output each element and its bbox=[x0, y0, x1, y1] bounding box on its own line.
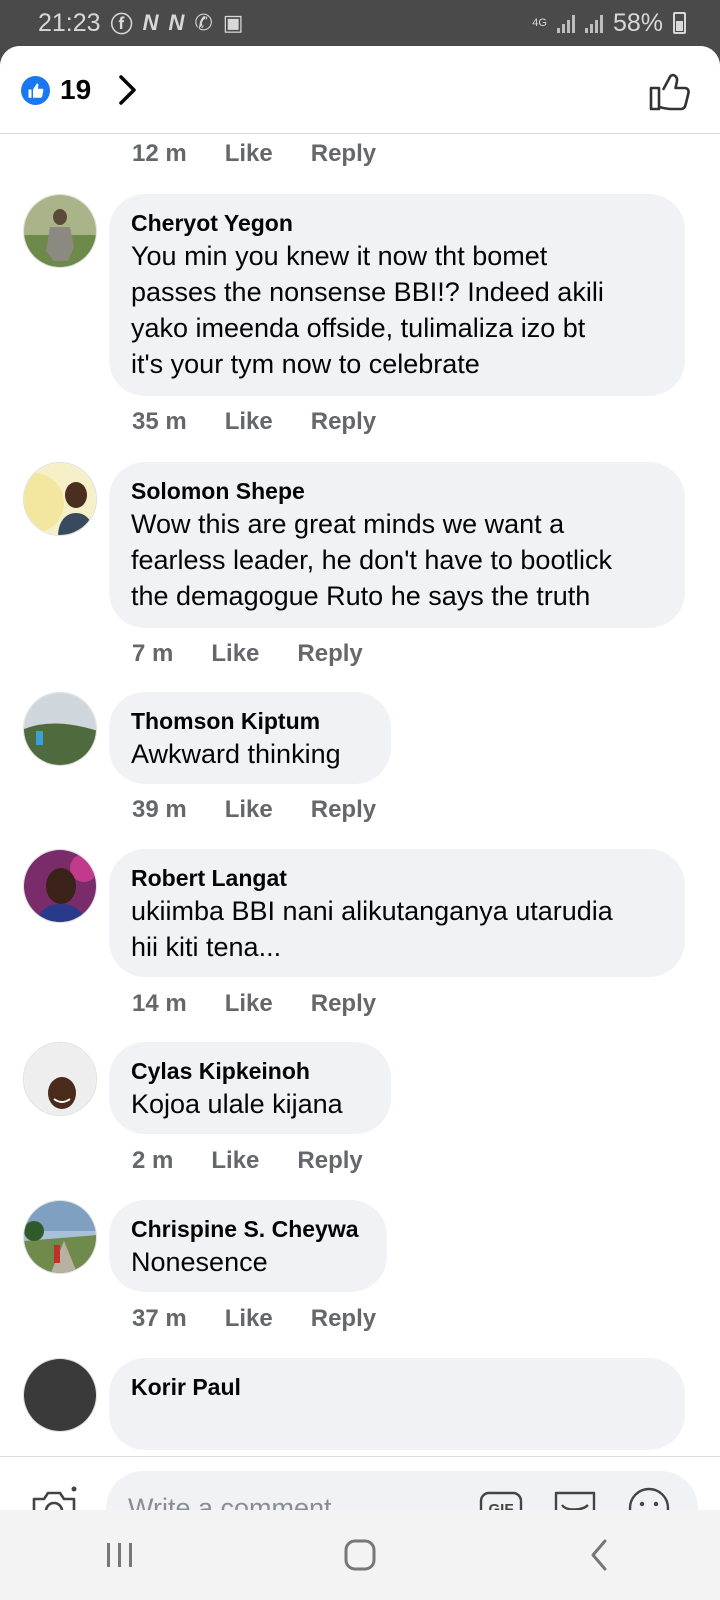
like-link[interactable]: Like bbox=[211, 1147, 259, 1175]
comment-text-line: yako imeenda offside, tulimaliza izo bt bbox=[131, 313, 586, 343]
status-bar: 21:23 ⓕ N N ✆ ▣ 4G 58% bbox=[0, 0, 720, 46]
gallery-icon: ▣ bbox=[222, 10, 244, 35]
comment-text-line: Kojoa ulale kijana bbox=[131, 1089, 343, 1119]
comment-text-line: You min you knew it now tht bomet bbox=[131, 241, 548, 271]
comment-meta-top: 12 m Like Reply bbox=[132, 140, 376, 168]
comment-bubble[interactable]: Solomon Shepe Wow this are great minds w… bbox=[109, 462, 685, 628]
reply-link[interactable]: Reply bbox=[311, 408, 376, 436]
home-icon[interactable] bbox=[340, 1535, 380, 1575]
avatar[interactable] bbox=[23, 194, 97, 268]
like-link[interactable]: Like bbox=[211, 640, 259, 668]
comment-meta: 35 m Like Reply bbox=[132, 408, 376, 436]
status-time: 21:23 bbox=[38, 8, 101, 37]
avatar[interactable] bbox=[23, 692, 97, 766]
comment-bubble[interactable]: Robert Langat ukiimba BBI nani alikutang… bbox=[109, 849, 685, 977]
like-link[interactable]: Like bbox=[225, 408, 273, 436]
comment-text-line: Awkward thinking bbox=[131, 739, 341, 769]
comment-bubble[interactable]: Korir Paul bbox=[109, 1358, 685, 1450]
comment-composer: GIF bbox=[0, 1456, 720, 1510]
commenter-name[interactable]: Korir Paul bbox=[131, 1372, 665, 1402]
avatar[interactable] bbox=[23, 849, 97, 923]
reply-link[interactable]: Reply bbox=[311, 796, 376, 824]
reactions-header: 19 bbox=[0, 46, 720, 134]
n-notification-icon: N bbox=[142, 10, 159, 35]
comments-sheet: 19 12 m Like Reply Cheryot Yegon You min… bbox=[0, 46, 720, 1510]
recents-icon[interactable] bbox=[100, 1540, 140, 1570]
comment-bubble[interactable]: Cheryot Yegon You min you knew it now th… bbox=[109, 194, 685, 396]
reply-link[interactable]: Reply bbox=[311, 1305, 376, 1333]
commenter-name[interactable]: Thomson Kiptum bbox=[131, 706, 371, 736]
commenter-name[interactable]: Robert Langat bbox=[131, 863, 665, 893]
comment-meta: 7 m Like Reply bbox=[132, 640, 363, 668]
like-link[interactable]: Like bbox=[225, 796, 273, 824]
avatar[interactable] bbox=[23, 462, 97, 536]
comment-time[interactable]: 14 m bbox=[132, 990, 187, 1018]
comment-time[interactable]: 39 m bbox=[132, 796, 187, 824]
like-link[interactable]: Like bbox=[225, 1305, 273, 1333]
commenter-name[interactable]: Cheryot Yegon bbox=[131, 208, 665, 238]
comment-text-line: Wow this are great minds we want a bbox=[131, 509, 565, 539]
like-button-icon[interactable] bbox=[648, 70, 692, 112]
commenter-name[interactable]: Cylas Kipkeinoh bbox=[131, 1056, 371, 1086]
comment-text-line: hii kiti tena... bbox=[131, 932, 282, 962]
commenter-name[interactable]: Solomon Shepe bbox=[131, 476, 665, 506]
comment-text-line: Nonesence bbox=[131, 1247, 268, 1277]
comment-input-container: GIF bbox=[106, 1471, 698, 1510]
comment-time[interactable]: 12 m bbox=[132, 140, 187, 168]
comment-input[interactable] bbox=[128, 1492, 468, 1510]
comment-meta: 14 m Like Reply bbox=[132, 990, 376, 1018]
comment-text-line: fearless leader, he don't have to bootli… bbox=[131, 545, 612, 575]
facebook-notification-icon: ⓕ bbox=[110, 12, 133, 37]
comment-time[interactable]: 2 m bbox=[132, 1147, 173, 1175]
reply-link[interactable]: Reply bbox=[297, 640, 362, 668]
android-nav-bar bbox=[0, 1510, 720, 1600]
comment-time[interactable]: 37 m bbox=[132, 1305, 187, 1333]
gif-label: GIF bbox=[489, 1501, 514, 1510]
battery-icon bbox=[673, 12, 686, 34]
battery-percent: 58% bbox=[612, 8, 663, 37]
like-link[interactable]: Like bbox=[225, 140, 273, 168]
sticker-icon[interactable] bbox=[552, 1485, 598, 1510]
reply-link[interactable]: Reply bbox=[311, 140, 376, 168]
back-icon[interactable] bbox=[580, 1535, 620, 1575]
emoji-icon[interactable] bbox=[626, 1485, 672, 1510]
reply-link[interactable]: Reply bbox=[297, 1147, 362, 1175]
n-notification-icon-2: N bbox=[168, 10, 185, 35]
comment-bubble[interactable]: Chrispine S. Cheywa Nonesence bbox=[109, 1200, 387, 1292]
comment-time[interactable]: 7 m bbox=[132, 640, 173, 668]
comment-meta: 39 m Like Reply bbox=[132, 796, 376, 824]
comment-text-line: the demagogue Ruto he says the truth bbox=[131, 581, 591, 611]
like-reaction-icon[interactable] bbox=[21, 76, 50, 105]
comment-bubble[interactable]: Thomson Kiptum Awkward thinking bbox=[109, 692, 391, 784]
avatar[interactable] bbox=[23, 1358, 97, 1432]
commenter-name[interactable]: Chrispine S. Cheywa bbox=[131, 1214, 367, 1244]
comment-bubble[interactable]: Cylas Kipkeinoh Kojoa ulale kijana bbox=[109, 1042, 391, 1134]
comment-text-line: it's your tym now to celebrate bbox=[131, 349, 480, 379]
avatar[interactable] bbox=[23, 1200, 97, 1274]
like-count[interactable]: 19 bbox=[60, 74, 91, 106]
comment-time[interactable]: 35 m bbox=[132, 408, 187, 436]
signal-icon-2 bbox=[584, 13, 603, 33]
like-link[interactable]: Like bbox=[225, 990, 273, 1018]
network-type: 4G bbox=[532, 16, 547, 29]
chevron-right-icon[interactable] bbox=[112, 72, 142, 108]
whatsapp-icon: ✆ bbox=[194, 10, 213, 35]
signal-icon bbox=[556, 13, 575, 33]
comment-text-line: ukiimba BBI nani alikutanganya utarudia bbox=[131, 896, 613, 926]
comment-text-line: passes the nonsense BBI!? Indeed akili bbox=[131, 277, 604, 307]
comment-meta: 2 m Like Reply bbox=[132, 1147, 363, 1175]
comment-meta: 37 m Like Reply bbox=[132, 1305, 376, 1333]
avatar[interactable] bbox=[23, 1042, 97, 1116]
camera-icon[interactable] bbox=[30, 1483, 80, 1510]
reply-link[interactable]: Reply bbox=[311, 990, 376, 1018]
gif-button[interactable]: GIF bbox=[478, 1485, 524, 1510]
